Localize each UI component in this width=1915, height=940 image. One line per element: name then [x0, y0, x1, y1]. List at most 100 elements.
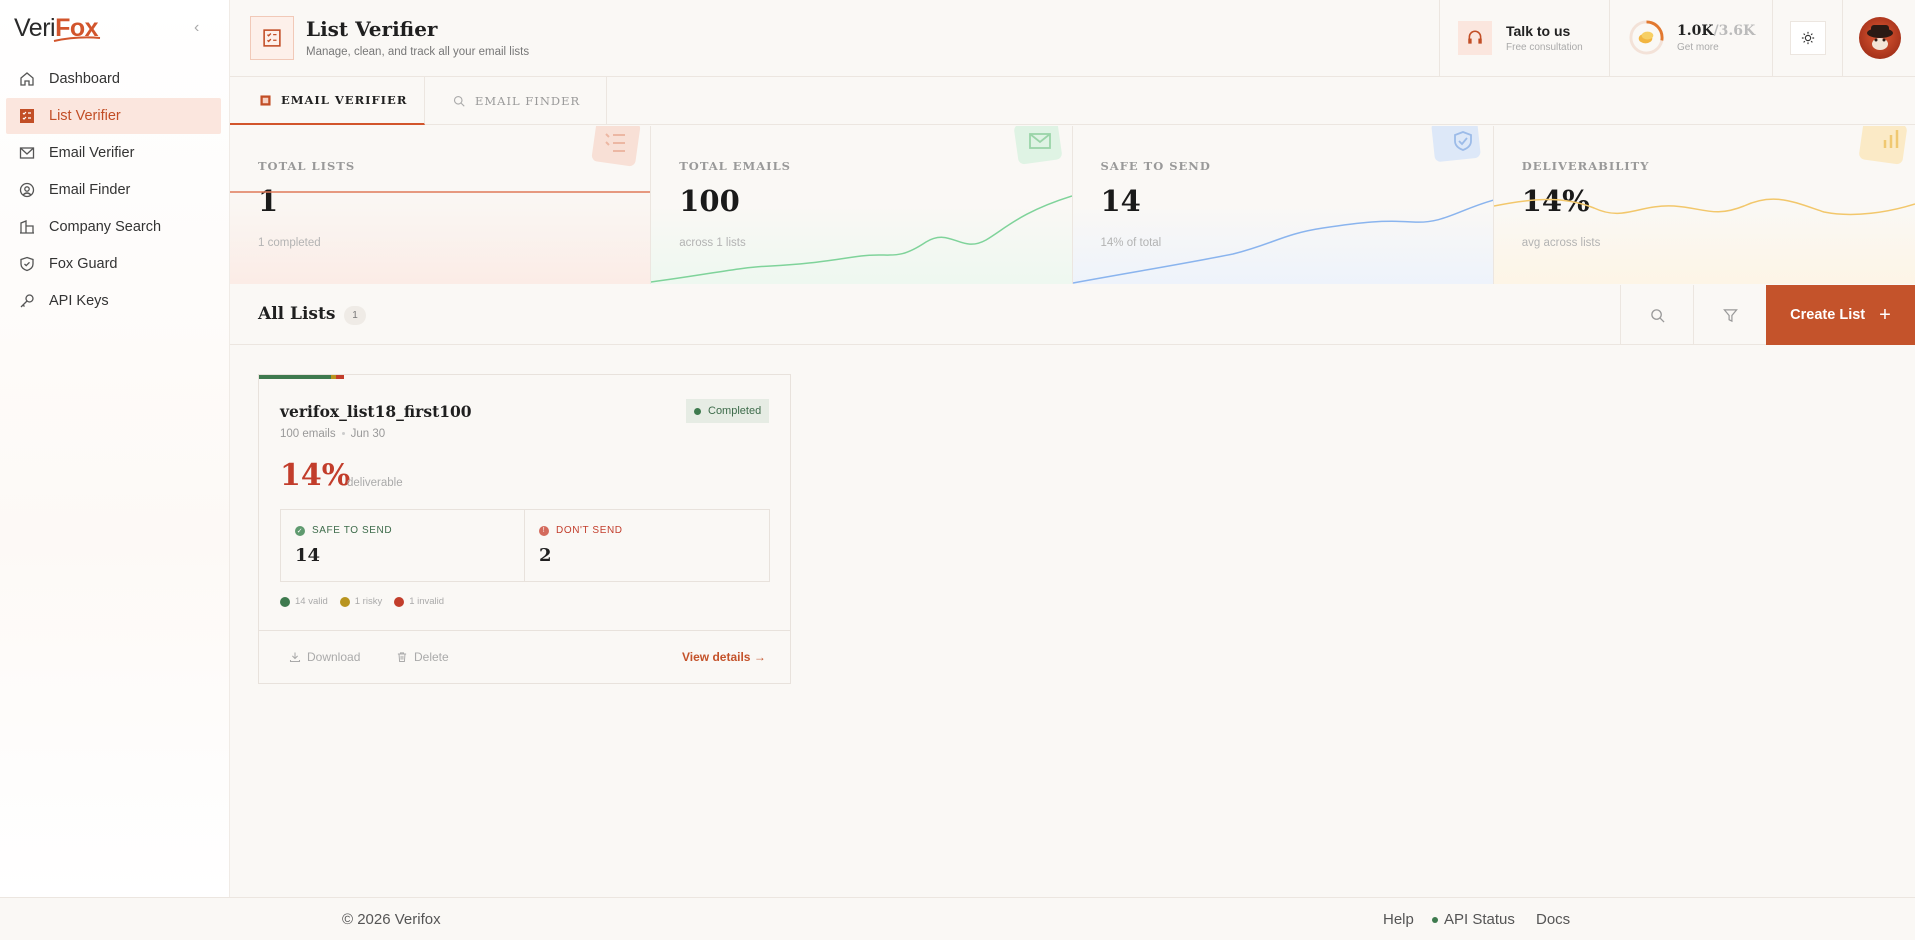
user-search-icon	[19, 182, 35, 198]
search-button[interactable]	[1620, 285, 1693, 345]
sidebar-item-company-search[interactable]: Company Search	[6, 209, 221, 245]
talk-subtitle: Free consultation	[1506, 42, 1583, 53]
collapse-sidebar-icon[interactable]: ‹	[194, 19, 199, 37]
tab-email-finder[interactable]: EMAIL FINDER	[425, 77, 607, 125]
tab-label: EMAIL FINDER	[475, 94, 581, 108]
sun-icon	[1801, 31, 1815, 45]
section-title: All Lists	[258, 304, 336, 324]
delete-button[interactable]: Delete	[396, 650, 449, 664]
page-title: List Verifier	[306, 17, 438, 41]
verifier-tab-icon	[260, 94, 271, 106]
shield-icon	[1431, 126, 1481, 162]
deliverable-percent: 14%	[280, 458, 351, 493]
tab-email-verifier[interactable]: EMAIL VERIFIER	[230, 77, 425, 125]
lists-toolbar: All Lists 1 Create List +	[230, 285, 1915, 345]
theme-toggle-button[interactable]	[1790, 21, 1826, 55]
download-button[interactable]: Download	[289, 650, 360, 664]
stat-deliverability: DELIVERABILITY 14% avg across lists	[1493, 126, 1915, 284]
stat-label: SAFE TO SEND	[1100, 159, 1211, 173]
list-meta: 100 emails Jun 30	[280, 428, 385, 440]
credits-value: 1.0K/3.6K	[1677, 23, 1755, 39]
download-label: Download	[307, 650, 361, 664]
safe-to-send-label: SAFE TO SEND	[312, 525, 393, 536]
shield-icon	[20, 256, 34, 272]
stat-safe-to-send: SAFE TO SEND 14 14% of total	[1072, 126, 1494, 284]
legend-dot	[280, 596, 290, 607]
safe-to-send-value: 14	[295, 545, 321, 566]
plus-icon: +	[1879, 303, 1891, 326]
list-check-icon	[250, 16, 294, 60]
stat-total-emails: TOTAL EMAILS 100 across 1 lists	[651, 126, 1073, 284]
safe-to-send-box: ✓ SAFE TO SEND 14	[281, 510, 525, 581]
sidebar-item-label: List Verifier	[49, 108, 121, 124]
list-count-badge: 1	[344, 306, 366, 325]
page-footer: © 2026 Verifox Help API Status Docs	[0, 897, 1915, 940]
sidebar-item-list-verifier[interactable]: List Verifier	[6, 98, 221, 134]
stat-sparkline	[651, 195, 1072, 283]
theme-toggle-cell	[1772, 0, 1842, 76]
sidebar-item-label: Dashboard	[49, 71, 120, 87]
bar-chart-icon	[1859, 126, 1907, 165]
sidebar-item-email-finder[interactable]: Email Finder	[6, 172, 221, 208]
trash-icon	[397, 652, 407, 662]
legend-dot	[339, 596, 350, 607]
create-list-button[interactable]: Create List +	[1766, 285, 1915, 345]
mail-icon	[1013, 126, 1062, 165]
sidebar: VeriFox ‹ Dashboard List Verifier Email …	[0, 0, 230, 897]
avatar[interactable]	[1859, 17, 1901, 59]
docs-link[interactable]: Docs	[1536, 911, 1570, 928]
list-name: verifox_list18_first100	[280, 402, 472, 421]
credits-subtitle: Get more	[1677, 42, 1719, 53]
legend-valid: 14 valid	[280, 596, 328, 607]
help-link[interactable]: Help	[1383, 911, 1414, 928]
sidebar-item-label: API Keys	[49, 293, 109, 309]
sidebar-item-label: Company Search	[49, 219, 162, 235]
talk-to-us-button[interactable]: Talk to us Free consultation	[1439, 0, 1609, 76]
check-circle-icon: ✓	[295, 525, 305, 536]
stats-row: TOTAL LISTS 1 1 completed TOTAL EMAILS 1…	[230, 126, 1915, 284]
deliverable-label: deliverable	[347, 477, 403, 489]
safe-to-send-heading: ✓ SAFE TO SEND	[295, 525, 392, 536]
legend-risky-label: 1 risky	[354, 596, 383, 607]
logo-text-veri: Veri	[14, 14, 56, 42]
search-icon	[453, 95, 465, 107]
filter-icon	[1722, 308, 1738, 322]
deliverability-bar	[259, 375, 331, 379]
legend-invalid: 1 invalid	[394, 596, 444, 607]
create-list-label: Create List	[1790, 307, 1866, 323]
search-icon	[1650, 308, 1665, 323]
filter-button[interactable]	[1693, 285, 1766, 345]
credits-total: /3.6K	[1713, 23, 1756, 39]
delete-label: Delete	[414, 650, 449, 664]
sidebar-item-fox-guard[interactable]: Fox Guard	[6, 246, 221, 282]
sidebar-item-api-keys[interactable]: API Keys	[6, 283, 221, 319]
sidebar-item-label: Fox Guard	[49, 256, 118, 272]
card-footer: Download Delete View details →	[259, 630, 790, 683]
sidebar-nav: Dashboard List Verifier Email Verifier E…	[6, 61, 221, 320]
logo-swoosh-icon	[53, 36, 101, 42]
stat-sparkline	[1072, 199, 1493, 284]
download-icon	[289, 652, 301, 663]
dont-send-value: 2	[539, 545, 552, 566]
avatar-cell	[1842, 0, 1915, 76]
credits-ring-icon	[1629, 20, 1664, 55]
legend-valid-label: 14 valid	[295, 596, 328, 607]
stat-sparkline	[1493, 198, 1915, 216]
dont-send-label: DON'T SEND	[556, 525, 623, 536]
view-details-link[interactable]: View details →	[682, 650, 766, 664]
result-legend: 14 valid 1 risky 1 invalid	[280, 596, 456, 607]
sidebar-item-dashboard[interactable]: Dashboard	[6, 61, 221, 97]
page-subtitle: Manage, clean, and track all your email …	[306, 46, 530, 58]
dont-send-heading: ! DON'T SEND	[539, 525, 623, 536]
home-icon	[20, 72, 34, 86]
api-status-label: API Status	[1444, 911, 1515, 928]
invalid-bar	[336, 375, 344, 379]
copyright: © 2026 Verifox	[342, 911, 441, 928]
sidebar-item-email-verifier[interactable]: Email Verifier	[6, 135, 221, 171]
api-status-link[interactable]: API Status	[1432, 911, 1515, 928]
legend-dot	[394, 596, 405, 607]
send-summary: ✓ SAFE TO SEND 14 ! DON'T SEND 2	[280, 509, 770, 582]
credits-widget[interactable]: 1.0K/3.6K Get more	[1609, 0, 1772, 76]
list-card[interactable]: verifox_list18_first100 100 emails Jun 30…	[258, 374, 791, 684]
status-dot-icon	[1432, 917, 1438, 924]
